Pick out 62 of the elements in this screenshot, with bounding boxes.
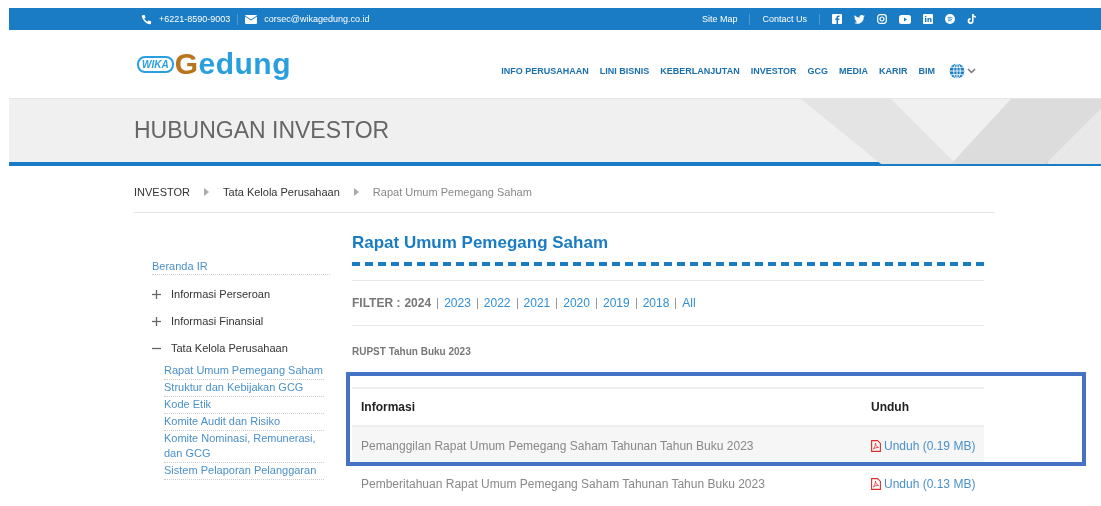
top-link[interactable]: Contact Us [762,14,807,24]
column-header: Informasi [360,400,416,414]
year-filter-link[interactable]: 2024 [404,297,439,309]
social-square-icon[interactable] [923,14,933,24]
year-filter-link[interactable]: All [676,297,702,309]
download-link[interactable]: Unduh (0.13 MB) [866,477,976,491]
year-filter-link[interactable]: 2019 [596,297,637,309]
phone-number: +6221-8590-9003 [159,14,231,24]
table-cell-text: Pemanggilan Rapat Umum Pemegang Saham Tahunan Tahun Buku 2023 [360,439,755,453]
caret-icon[interactable] [967,68,976,74]
sidebar-item[interactable]: Informasi Perseroan [171,288,271,300]
globe-icon[interactable] [949,63,965,79]
email-address: corsec@wikagedung.co.id [264,14,370,24]
year-filter-link[interactable]: 2023 [438,297,478,309]
nav-item[interactable]: INFO PERUSAHAAN [501,66,589,76]
camera-icon[interactable] [877,14,887,24]
year-filter-link[interactable]: 2021 [517,297,558,309]
sidebar-subitem[interactable]: Rapat Umum Pemegang Saham [164,363,324,380]
breadcrumb-link[interactable]: Rapat Umum Pemegang Saham [372,186,532,198]
nav-item[interactable]: INVESTOR [750,66,797,76]
column-header: Unduh [870,400,909,414]
year-filter-link[interactable]: 2020 [557,297,597,309]
sidebar-item[interactable]: Tata Kelola Perusahaan [171,342,288,354]
sidebar-item[interactable]: Informasi Finansial [171,315,264,327]
play-icon[interactable] [899,14,911,24]
plus-icon[interactable] [152,316,161,326]
year-filter-link[interactable]: 2022 [477,297,518,309]
envelope-icon [245,14,258,24]
chevron-icon [353,188,359,196]
nav-item[interactable]: BIM [918,66,935,76]
phone-icon [141,13,152,25]
nav-item[interactable]: KARIR [879,66,908,76]
nav-item[interactable]: MEDIA [839,66,868,76]
subsection-heading: RUPST Tahun Buku 2023 [352,346,472,357]
year-filter-link[interactable]: 2018 [636,297,677,309]
pdf-file-icon [871,440,881,452]
nav-item[interactable]: GCG [807,66,828,76]
sidebar-subitem[interactable]: Komite Audit dan Risiko [164,414,324,431]
pdf-file-icon [871,478,881,490]
filter-label: FILTER : [352,296,401,310]
nav-item[interactable]: KEBERLANJUTAN [660,66,740,76]
sidebar-subitem[interactable]: Komite Nominasi, Remunerasi, dan GCG [164,431,324,463]
note-icon[interactable] [967,13,976,25]
section-title: Rapat Umum Pemegang Saham [352,233,609,253]
sidebar-link[interactable]: Beranda IR [152,260,330,275]
breadcrumb-link[interactable]: INVESTOR [134,186,191,198]
logo-badge: WIKA [137,55,174,73]
bird-icon[interactable] [854,14,865,24]
chevron-icon [204,188,210,196]
logo-wordmark: Gedung [174,47,291,81]
sidebar-subitem[interactable]: Struktur dan Kebijakan GCG [164,380,324,397]
download-link[interactable]: Unduh (0.19 MB) [866,439,976,453]
plus-icon[interactable] [152,289,161,299]
social-square-icon[interactable] [832,14,842,24]
top-link[interactable]: Site Map [701,14,738,24]
sidebar-subitem[interactable]: Kode Etik [164,397,324,414]
sidebar-subitem[interactable]: Sistem Pelaporan Pelanggaran [164,463,324,480]
nav-item[interactable]: LINI BISNIS [599,66,650,76]
circle-icon[interactable] [945,14,955,24]
breadcrumb-link[interactable]: Tata Kelola Perusahaan [223,186,340,198]
table-cell-text: Pemberitahuan Rapat Umum Pemegang Saham Tahunan Tahun Buku 2023 [360,477,766,491]
banner-title: HUBUNGAN INVESTOR [134,117,390,144]
